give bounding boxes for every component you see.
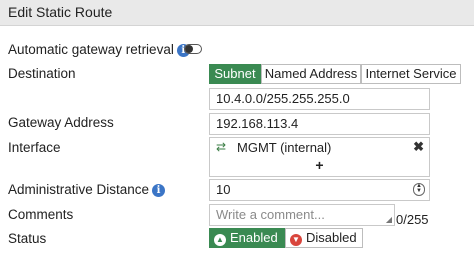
distance-label: Administrative Distance <box>8 182 150 197</box>
distance-input[interactable]: 10 ▲ ▼ <box>209 179 430 201</box>
interface-item: MGMT (internal) <box>237 140 332 155</box>
comments-placeholder: Write a comment... <box>216 207 325 222</box>
comments-label: Comments <box>8 207 74 222</box>
comment-counter: 0/255 <box>396 212 429 227</box>
status-disabled-label: Disabled <box>306 230 357 245</box>
resize-grip-icon[interactable]: ◢ <box>386 216 392 224</box>
toggle-knob <box>185 45 193 53</box>
close-icon[interactable]: ✖ <box>413 139 424 155</box>
distance-row: Administrative Distance i <box>8 182 166 197</box>
dialog-header: Edit Static Route <box>0 0 474 26</box>
tab-named-address[interactable]: Named Address <box>261 64 361 84</box>
add-interface-button[interactable]: + <box>210 157 429 173</box>
interface-select[interactable]: ⇄ MGMT (internal) ✖ + <box>209 137 430 177</box>
auto-gateway-row: Automatic gateway retrievali <box>8 42 190 57</box>
port-icon: ⇄ <box>216 140 227 154</box>
auto-gateway-toggle[interactable] <box>184 44 202 54</box>
arrow-up-icon: ▲ <box>214 234 226 246</box>
tab-internet-service[interactable]: Internet Service <box>361 64 461 84</box>
stepper-icon[interactable]: ▲ ▼ <box>413 183 425 196</box>
interface-label: Interface <box>8 140 61 155</box>
auto-gateway-label: Automatic gateway retrieval <box>8 42 174 57</box>
comments-textarea[interactable]: Write a comment... ◢ <box>209 204 395 226</box>
gateway-input[interactable]: 192.168.113.4 <box>209 113 430 135</box>
status-enabled-label: Enabled <box>230 230 278 245</box>
tab-subnet[interactable]: Subnet <box>209 64 261 84</box>
gateway-label: Gateway Address <box>8 115 114 130</box>
status-disabled-button[interactable]: ▼ Disabled <box>285 228 363 248</box>
distance-value: 10 <box>216 182 231 197</box>
status-label: Status <box>8 231 47 246</box>
arrow-down-icon: ▼ <box>290 234 302 246</box>
status-enabled-button[interactable]: ▲ Enabled <box>209 228 285 248</box>
info-icon[interactable]: i <box>152 184 166 197</box>
dialog-title: Edit Static Route <box>8 4 113 20</box>
destination-input[interactable]: 10.4.0.0/255.255.255.0 <box>209 88 430 110</box>
destination-label: Destination <box>8 66 76 81</box>
